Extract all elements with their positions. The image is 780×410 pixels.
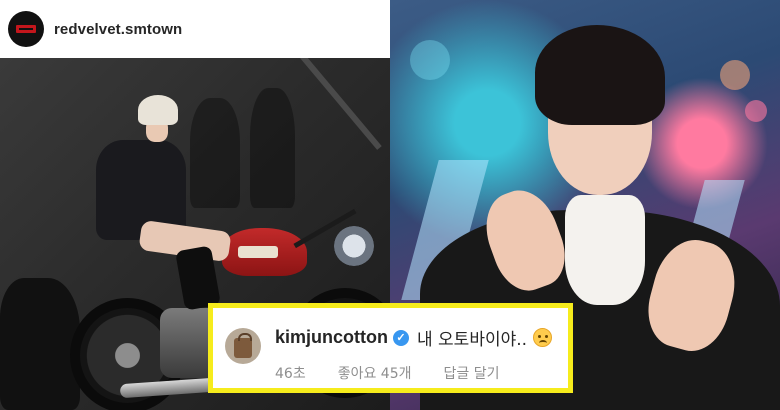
bokeh-light	[745, 100, 767, 122]
post-header: redvelvet.smtown	[0, 0, 390, 58]
bokeh-light	[410, 40, 450, 80]
comment-line: kimjuncotton ✓ 내 오토바이야..	[275, 325, 553, 350]
stair-rail	[300, 58, 382, 150]
ruffle-collar	[565, 195, 645, 305]
bag-icon	[234, 333, 252, 358]
highlighted-comment: kimjuncotton ✓ 내 오토바이야.. 46초 좋아요 45개 답글 …	[208, 303, 573, 393]
bokeh-light	[720, 60, 750, 90]
profile-avatar[interactable]	[8, 11, 44, 47]
comment-timestamp[interactable]: 46초	[275, 363, 306, 383]
commenter-username[interactable]: kimjuncotton	[275, 327, 388, 348]
comment-meta: 46초 좋아요 45개 답글 달기	[275, 363, 499, 383]
commenter-avatar[interactable]	[225, 328, 261, 364]
red-velvet-logo-icon	[16, 25, 36, 33]
wall-shadow	[250, 88, 295, 208]
comment-likes[interactable]: 좋아요 45개	[338, 363, 412, 383]
man-hair	[535, 25, 665, 125]
motorcycle-headlight	[334, 226, 374, 266]
comment-text: 내 오토바이야..	[417, 330, 528, 350]
bucket-hat	[138, 95, 178, 125]
reply-button[interactable]: 답글 달기	[444, 363, 500, 383]
coat-pile	[0, 278, 80, 410]
tank-badge	[238, 246, 278, 258]
worried-face-emoji-icon	[533, 328, 553, 347]
post-username[interactable]: redvelvet.smtown	[54, 21, 182, 38]
wall-shadow	[190, 98, 240, 208]
verified-badge-icon: ✓	[393, 329, 409, 346]
